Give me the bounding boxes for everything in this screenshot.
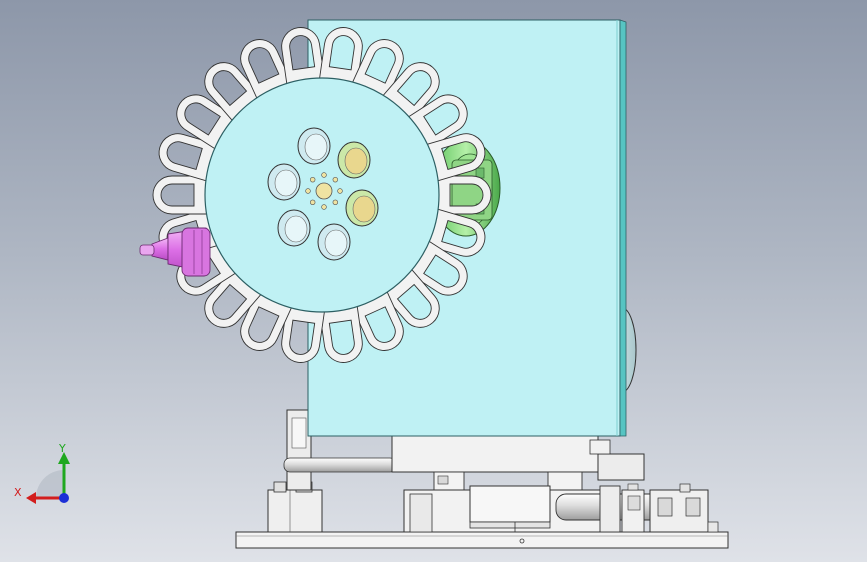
pink-tool-holder [139, 227, 211, 277]
lightening-hole-inner [274, 169, 298, 197]
lightening-hole-inner [344, 147, 368, 175]
hub-bolt [305, 188, 311, 194]
lightening-hole-inner [284, 215, 308, 243]
center-hub [315, 182, 333, 200]
horizontal-rod [283, 457, 397, 473]
hub-bolt [309, 199, 316, 206]
hub-bolt [321, 172, 327, 178]
left-support-block [267, 489, 323, 533]
hub-bolt [309, 176, 316, 183]
hub-bolt [321, 204, 327, 210]
hub-bolt [332, 176, 339, 183]
lightening-hole-inner [324, 229, 348, 257]
lightening-hole-inner [304, 133, 328, 161]
center-carriage [391, 435, 599, 473]
cad-model-view[interactable] [0, 0, 867, 562]
cad-viewport[interactable]: X Y [0, 0, 867, 562]
base-plate [235, 531, 729, 549]
lightening-hole-inner [352, 195, 376, 223]
gripper-fork [152, 175, 211, 215]
hub-bolt [337, 188, 343, 194]
hub-bolt [332, 199, 339, 206]
